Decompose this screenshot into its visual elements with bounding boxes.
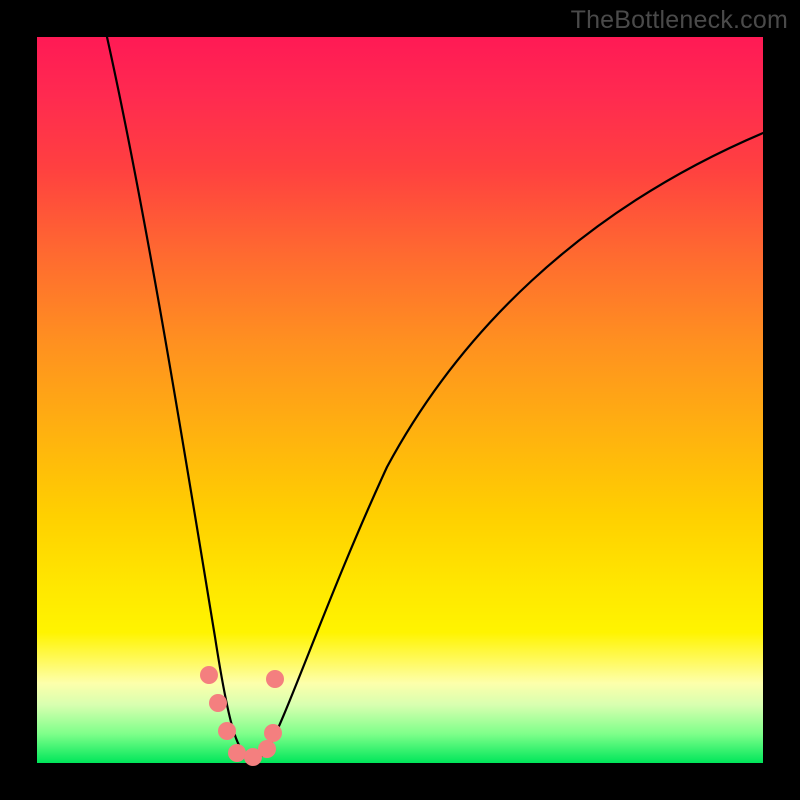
curve-left [107,37,247,755]
chart-svg [37,37,763,763]
valley-marker [228,744,246,762]
valley-marker [258,740,276,758]
valley-marker [200,666,218,684]
curve-right [265,133,763,755]
valley-marker [209,694,227,712]
chart-frame: TheBottleneck.com [0,0,800,800]
valley-marker [264,724,282,742]
chart-plot-area [37,37,763,763]
valley-marker [218,722,236,740]
valley-marker [266,670,284,688]
watermark-text: TheBottleneck.com [571,6,788,35]
valley-marker-group [200,666,284,766]
